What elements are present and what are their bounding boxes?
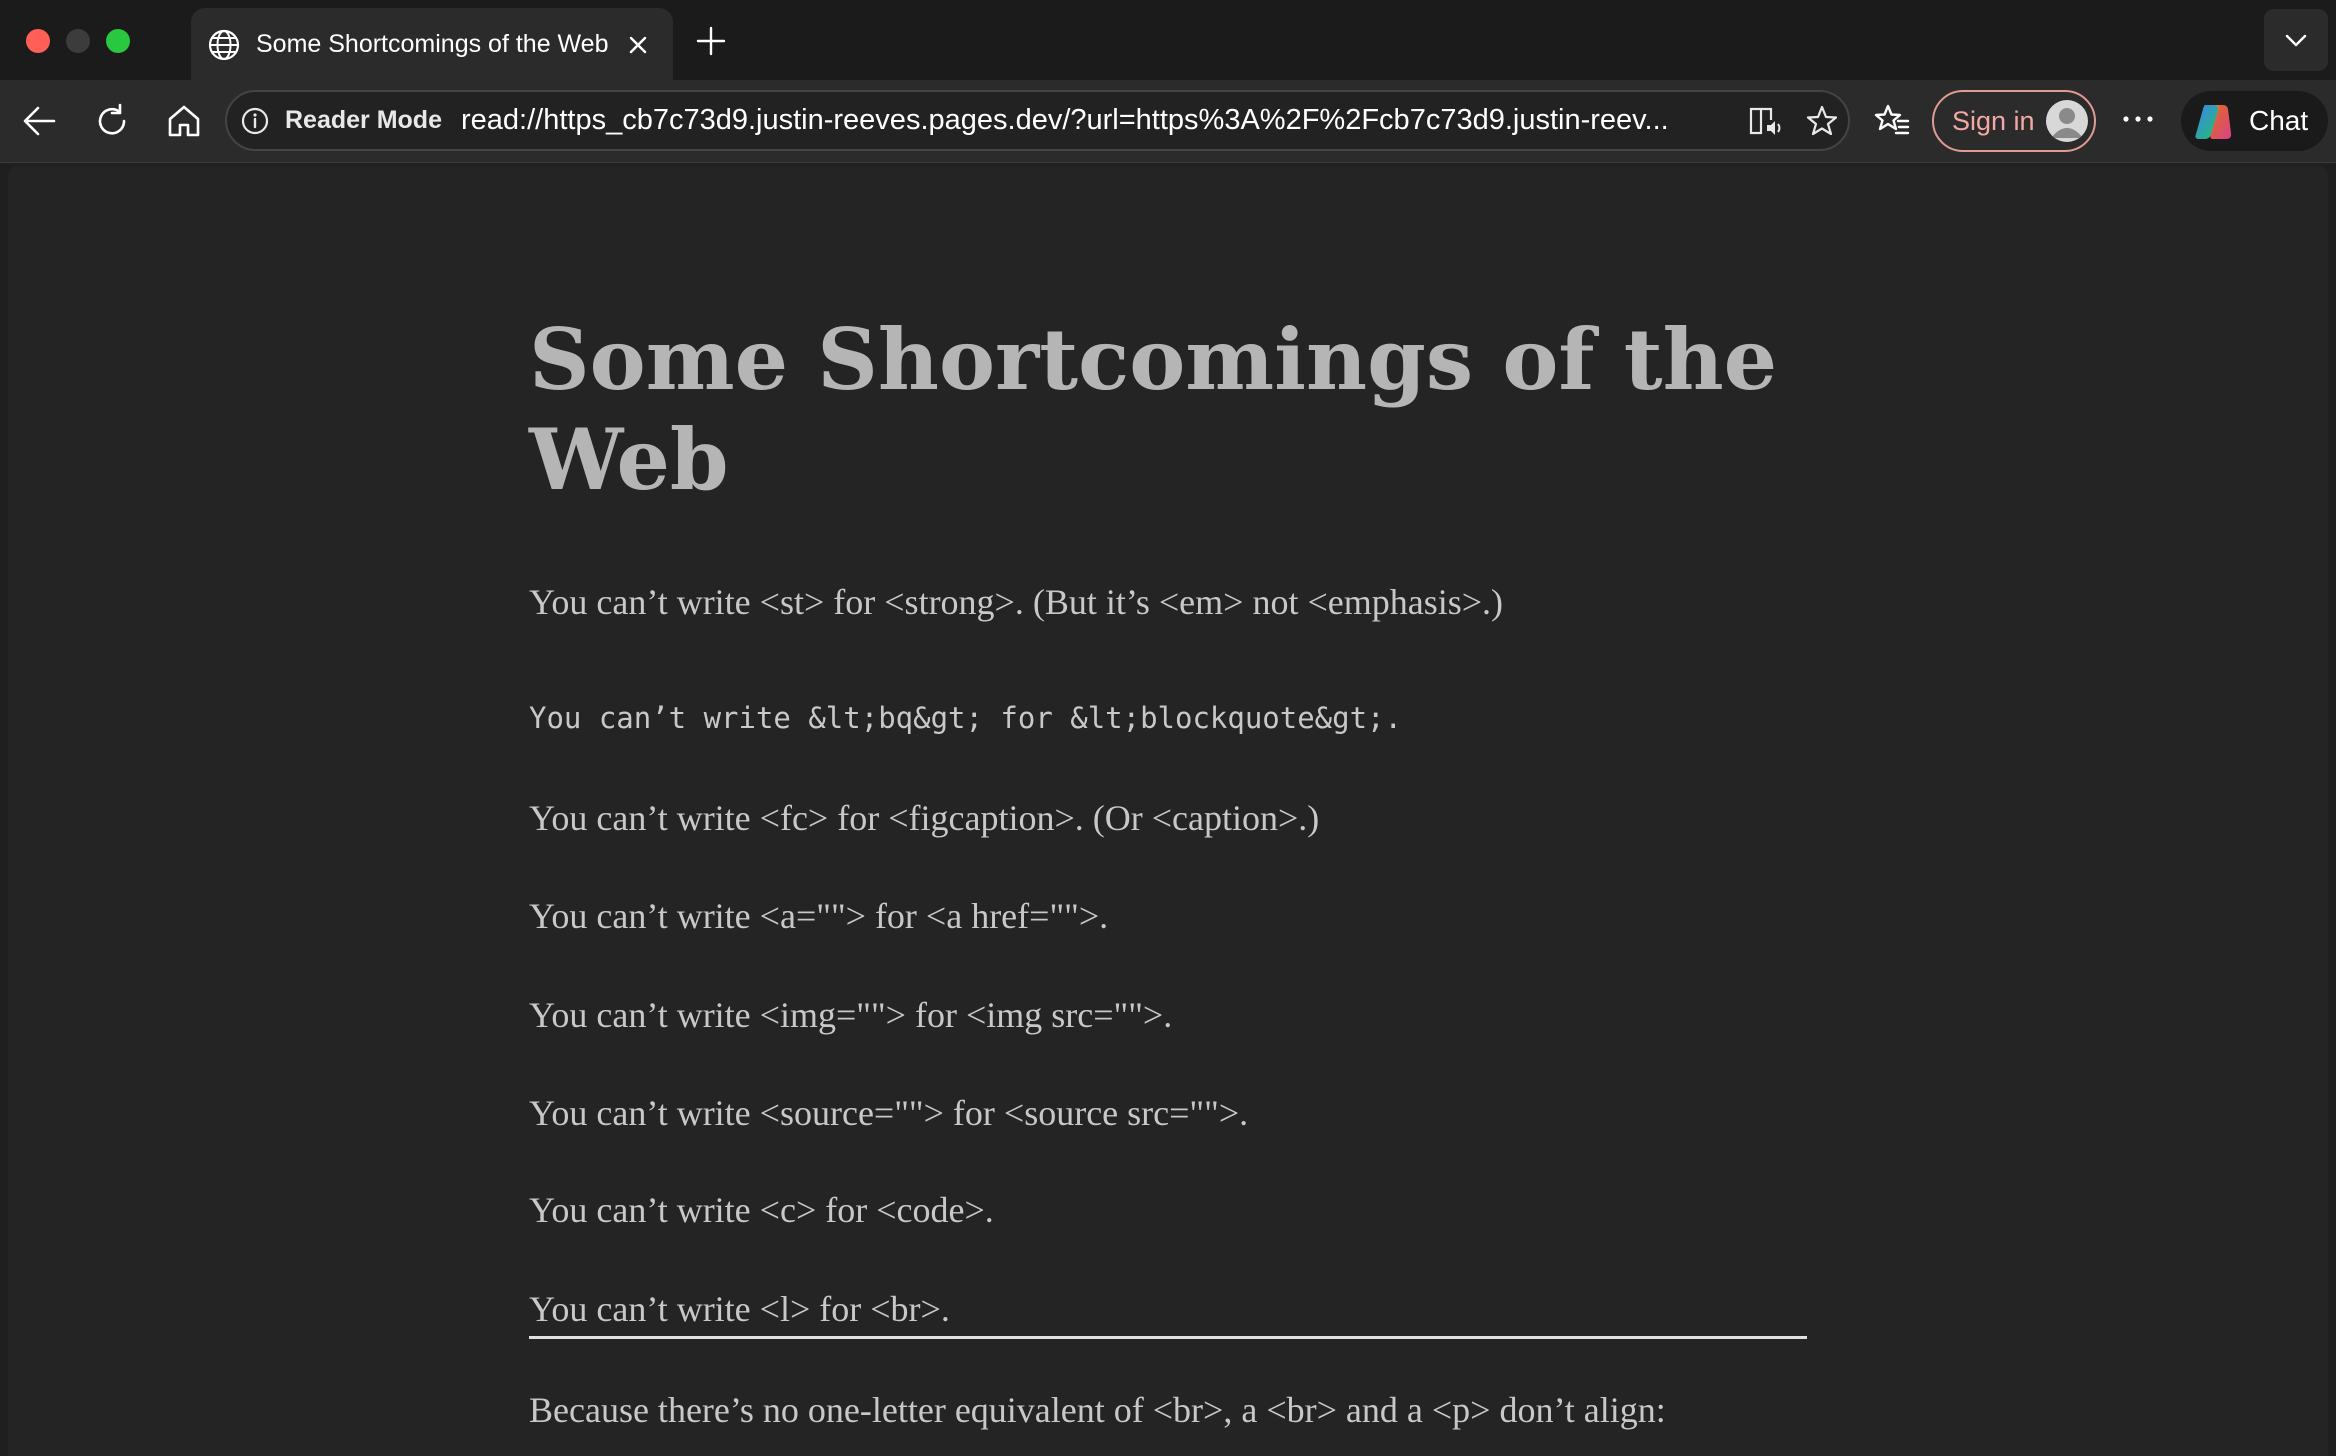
tab-list-button[interactable] [2264, 9, 2328, 71]
paragraph: You can’t write <fc> for <figcaption>. (… [529, 798, 1320, 838]
avatar-icon [2046, 100, 2088, 142]
tab-active[interactable]: Some Shortcomings of the Web [191, 8, 673, 80]
paragraph: You can’t write <source=""> for <source … [529, 1093, 1249, 1133]
paragraph: You can’t write <img=""> for <img src=""… [529, 995, 1173, 1035]
more-icon[interactable] [2120, 101, 2156, 137]
article-title: Some Shortcomings of the Web [529, 310, 1778, 509]
maximize-window-button[interactable] [106, 29, 130, 53]
paragraph: You can’t write <c> for <code>. [529, 1190, 994, 1230]
chat-button[interactable]: Chat [2181, 91, 2328, 151]
copilot-icon [2195, 105, 2232, 139]
immersive-reader-icon[interactable] [1748, 104, 1784, 138]
close-window-button[interactable] [26, 29, 50, 53]
info-icon[interactable] [240, 106, 270, 136]
star-icon[interactable] [1805, 104, 1839, 138]
reader-content: Some Shortcomings of the Web You can’t w… [8, 166, 2328, 1456]
paragraph: You can’t write <st> for <strong>. (But … [529, 582, 1504, 622]
globe-icon [208, 29, 240, 61]
reload-icon[interactable] [92, 101, 132, 141]
home-icon[interactable] [164, 101, 204, 141]
paragraph: You can’t write <l> for <br>. [529, 1289, 950, 1329]
sign-in-label: Sign in [1952, 106, 2035, 136]
favorites-icon[interactable] [1872, 101, 1912, 141]
chat-label: Chat [2249, 105, 2309, 136]
close-icon[interactable] [625, 32, 651, 58]
url-text[interactable]: read://https_cb7c73d9.justin-reeves.page… [461, 92, 1721, 149]
code-paragraph: You can’t write &lt;bq&gt; for &lt;block… [529, 701, 1402, 735]
address-bar[interactable]: Reader Mode read://https_cb7c73d9.justin… [225, 90, 1850, 151]
tab-strip: Some Shortcomings of the Web [0, 0, 2336, 80]
browser-window: Some Shortcomings of the Web Reader Mode… [0, 0, 2336, 1456]
sign-in-button[interactable]: Sign in [1932, 90, 2096, 152]
back-arrow-icon[interactable] [20, 101, 60, 141]
reader-mode-label[interactable]: Reader Mode [285, 92, 442, 149]
toolbar: Reader Mode read://https_cb7c73d9.justin… [0, 80, 2336, 163]
paragraph: Because there’s no one-letter equivalent… [529, 1390, 1666, 1430]
paragraph: You can’t write <a=""> for <a href="">. [529, 896, 1109, 936]
horizontal-rule [529, 1336, 1807, 1339]
minimize-window-button[interactable] [66, 29, 90, 53]
plus-icon[interactable] [694, 24, 728, 58]
tab-title: Some Shortcomings of the Web [256, 30, 609, 58]
chevron-down-icon [2285, 34, 2307, 47]
